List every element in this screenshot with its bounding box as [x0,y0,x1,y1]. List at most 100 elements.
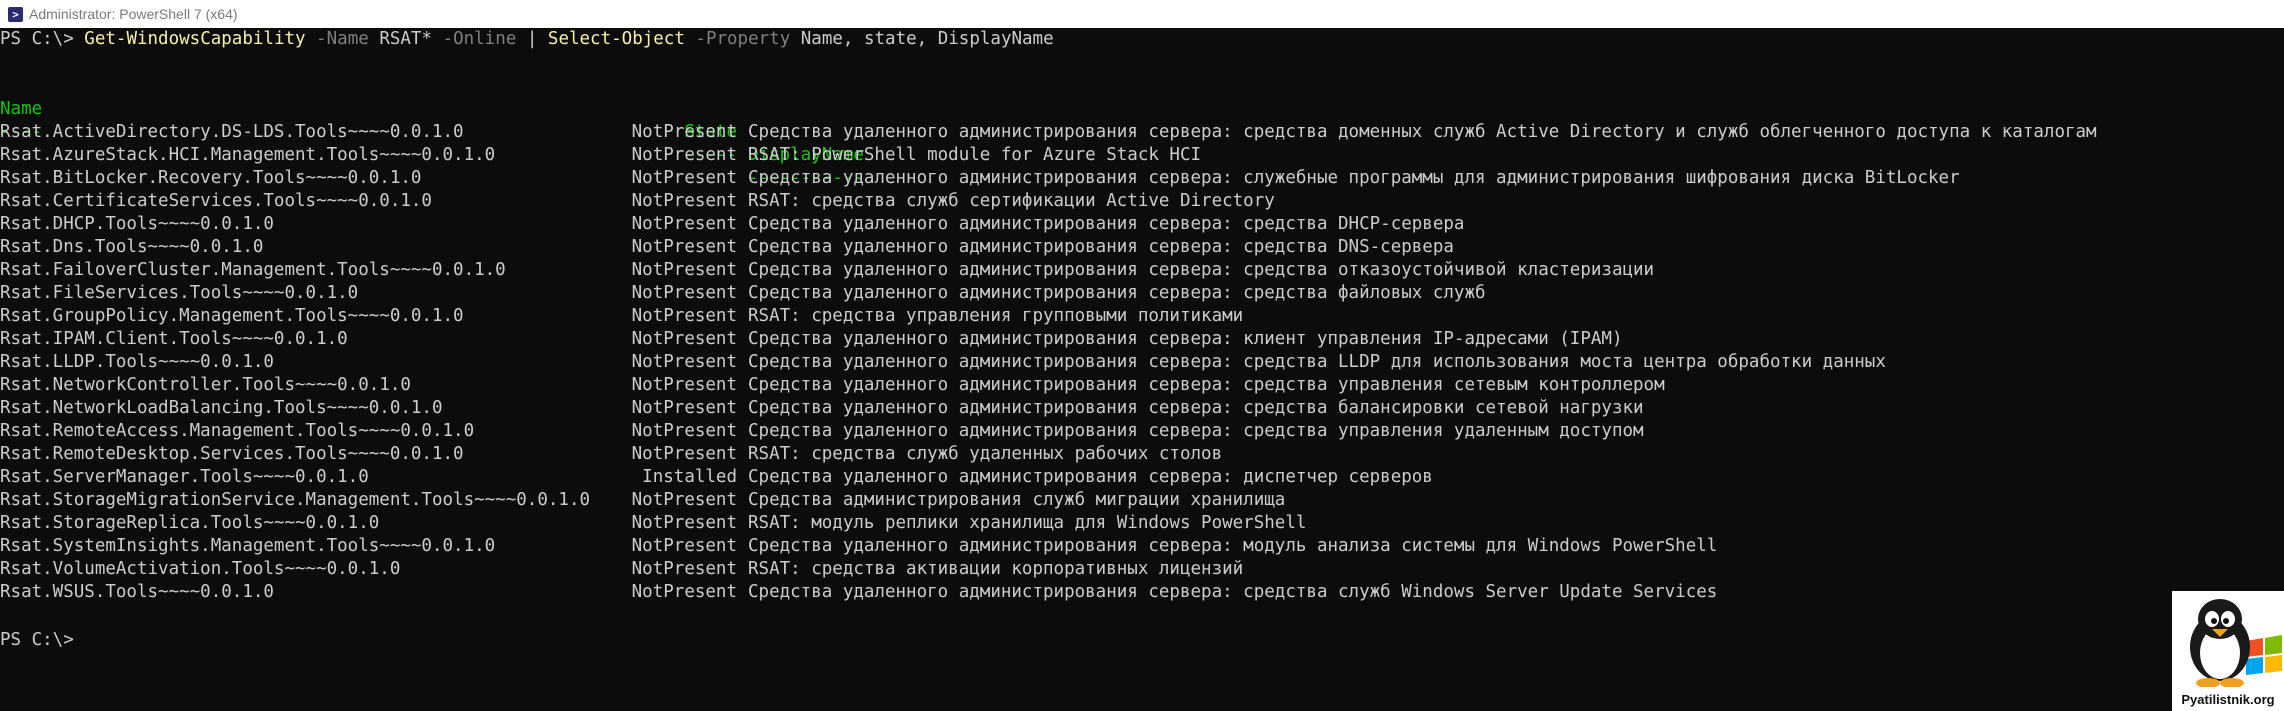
capability-displayname: Средства удаленного администрирования се… [748,421,1644,441]
capability-state: Installed [642,467,737,487]
capability-state: NotPresent [631,237,737,257]
capability-name: Rsat.LLDP.Tools~~~~0.0.1.0 [0,352,274,372]
capability-name: Rsat.StorageReplica.Tools~~~~0.0.1.0 [0,513,380,533]
parameter-property: -Property [684,29,791,49]
capability-state: NotPresent [631,513,737,533]
capability-displayname: RSAT: средства управления групповыми пол… [748,306,1244,326]
property-list: Name, state, DisplayName [790,29,1054,49]
table-row: Rsat.VolumeActivation.Tools~~~~0.0.1.0 No… [0,558,2284,581]
capability-name: Rsat.FileServices.Tools~~~~0.0.1.0 [0,283,359,303]
capability-state: NotPresent [631,582,737,602]
parameter-switch: -Online [432,29,517,49]
capability-state: NotPresent [631,145,737,165]
capability-displayname: Средства удаленного администрирования се… [748,375,1665,395]
table-row: Rsat.IPAM.Client.Tools~~~~0.0.1.0 NotPres… [0,328,2284,351]
capability-state: NotPresent [631,352,737,372]
capability-displayname: Средства удаленного администрирования се… [748,283,1486,303]
table-row: Rsat.LLDP.Tools~~~~0.0.1.0 NotPresent Сред… [0,351,2284,374]
capability-displayname: Средства удаленного администрирования се… [748,237,1454,257]
table-row: Rsat.NetworkLoadBalancing.Tools~~~~0.0.1… [0,397,2284,420]
parameter-name: -Name [305,29,369,49]
capability-state: NotPresent [631,421,737,441]
pipe-operator: | [516,29,548,49]
capability-name: Rsat.RemoteDesktop.Services.Tools~~~~0.0… [0,444,464,464]
table-row: Rsat.GroupPolicy.Management.Tools~~~~0.0… [0,305,2284,328]
capability-name: Rsat.RemoteAccess.Management.Tools~~~~0.… [0,421,475,441]
capability-state: NotPresent [631,329,737,349]
table-row: Rsat.RemoteAccess.Management.Tools~~~~0.… [0,420,2284,443]
table-row: Rsat.ServerManager.Tools~~~~0.0.1.0 Insta… [0,466,2284,489]
table-row: Rsat.FailoverCluster.Management.Tools~~~… [0,259,2284,282]
capability-state: NotPresent [631,490,737,510]
capability-name: Rsat.IPAM.Client.Tools~~~~0.0.1.0 [0,329,348,349]
capability-displayname: Средства удаленного администрирования се… [748,467,1433,487]
table-row: Rsat.FileServices.Tools~~~~0.0.1.0 NotPre… [0,282,2284,305]
capability-state: NotPresent [631,214,737,234]
table-row: Rsat.AzureStack.HCI.Management.Tools~~~~… [0,144,2284,167]
capability-displayname: Средства удаленного администрирования се… [748,260,1655,280]
table-row: Rsat.RemoteDesktop.Services.Tools~~~~0.0… [0,443,2284,466]
table-row: Rsat.BitLocker.Recovery.Tools~~~~0.0.1.0… [0,167,2284,190]
cmdlet-name: Get-WindowsCapability [84,29,306,49]
capability-state: NotPresent [631,283,737,303]
capability-displayname: Средства удаленного администрирования се… [748,582,1718,602]
table-row: Rsat.Dns.Tools~~~~0.0.1.0 NotPresent Средс… [0,236,2284,259]
capability-name: Rsat.FailoverCluster.Management.Tools~~~… [0,260,506,280]
parameter-value: RSAT* [368,29,432,49]
capability-state: NotPresent [631,122,737,142]
table-row: Rsat.ActiveDirectory.DS-LDS.Tools~~~~0.0… [0,121,2284,144]
table-separator: ---- ----- ----------- [0,98,2284,188]
capability-displayname: Средства удаленного администрирования се… [748,352,1886,372]
capability-state: NotPresent [631,306,737,326]
capability-displayname: Средства удаленного администрирования се… [748,168,1960,188]
capability-state: NotPresent [631,260,737,280]
terminal-console[interactable]: PS C:\> Get-WindowsCapability -Name RSAT… [0,28,2284,711]
capability-displayname: RSAT: модуль реплики хранилища для Windo… [748,513,1307,533]
penguin-logo [2190,599,2282,688]
watermark-logo: Pyatilistnik.org [2172,591,2284,711]
watermark-text: Pyatilistnik.org [2181,692,2275,707]
capability-displayname: Средства удаленного администрирования се… [748,398,1644,418]
capability-name: Rsat.StorageMigrationService.Management.… [0,490,591,510]
capability-name: Rsat.NetworkController.Tools~~~~0.0.1.0 [0,375,411,395]
capability-state: NotPresent [631,444,737,464]
capability-name: Rsat.ServerManager.Tools~~~~0.0.1.0 [0,467,369,487]
prompt: PS C:\> [0,29,85,49]
capability-displayname: Средства администрирования служб миграци… [748,490,1286,510]
capability-name: Rsat.NetworkLoadBalancing.Tools~~~~0.0.1… [0,398,443,418]
window-titlebar: > Administrator: PowerShell 7 (x64) [0,0,2284,28]
capability-displayname: Средства удаленного администрирования се… [748,329,1623,349]
table-row: Rsat.StorageMigrationService.Management.… [0,489,2284,512]
capability-displayname: RSAT: PowerShell module for Azure Stack … [748,145,1202,165]
capability-state: NotPresent [631,375,737,395]
table-row: Rsat.DHCP.Tools~~~~0.0.1.0 NotPresent Сред… [0,213,2284,236]
capability-name: Rsat.VolumeActivation.Tools~~~~0.0.1.0 [0,559,401,579]
capability-displayname: Средства удаленного администрирования се… [748,214,1465,234]
capability-state: NotPresent [631,191,737,211]
command-line: PS C:\> Get-WindowsCapability -Name RSAT… [0,28,1054,51]
capability-name: Rsat.WSUS.Tools~~~~0.0.1.0 [0,582,274,602]
capability-displayname: RSAT: средства служб сертификации Active… [748,191,1275,211]
table-row: Rsat.SystemInsights.Management.Tools~~~~… [0,535,2284,558]
capability-displayname: RSAT: средства активации корпоративных л… [748,559,1244,579]
powershell-icon: > [8,6,23,22]
capability-name: Rsat.CertificateServices.Tools~~~~0.0.1.… [0,191,432,211]
capability-displayname: Средства удаленного администрирования се… [748,536,1718,556]
capability-state: NotPresent [631,559,737,579]
final-prompt: PS C:\> [0,630,74,650]
capability-name: Rsat.ActiveDirectory.DS-LDS.Tools~~~~0.0… [0,122,464,142]
cmdlet-name-2: Select-Object [547,29,685,49]
capability-state: NotPresent [631,398,737,418]
table-row: Rsat.StorageReplica.Tools~~~~0.0.1.0 NotP… [0,512,2284,535]
capability-name: Rsat.AzureStack.HCI.Management.Tools~~~~… [0,145,496,165]
capability-name: Rsat.SystemInsights.Management.Tools~~~~… [0,536,496,556]
capability-state: NotPresent [631,168,737,188]
capability-name: Rsat.BitLocker.Recovery.Tools~~~~0.0.1.0 [0,168,422,188]
table-row: Rsat.WSUS.Tools~~~~0.0.1.0 NotPresent Сред… [0,581,2284,604]
table-row: Rsat.NetworkController.Tools~~~~0.0.1.0 N… [0,374,2284,397]
capability-name: Rsat.GroupPolicy.Management.Tools~~~~0.0… [0,306,464,326]
capability-displayname: RSAT: средства служб удаленных рабочих с… [748,444,1223,464]
table-header: Name State DisplayName [0,75,2284,165]
table-row: Rsat.CertificateServices.Tools~~~~0.0.1.… [0,190,2284,213]
capability-name: Rsat.Dns.Tools~~~~0.0.1.0 [0,237,264,257]
